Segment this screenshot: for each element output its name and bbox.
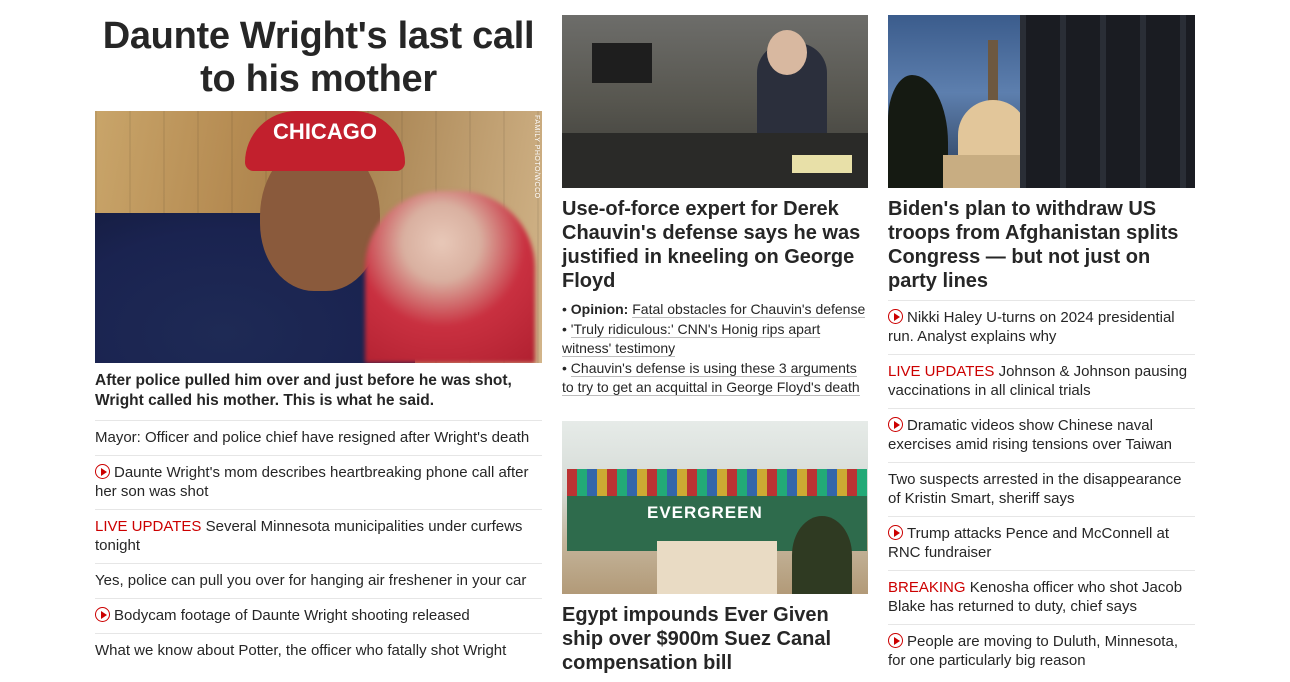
list-item-text: What we know about Potter, the officer w… — [95, 642, 507, 659]
lead-related-list: Mayor: Officer and police chief have res… — [95, 421, 542, 668]
image-credit: FAMILY PHOTO/WCCO — [533, 115, 540, 199]
play-icon — [888, 417, 903, 432]
image-paper — [792, 155, 852, 173]
image-tree — [888, 75, 948, 188]
play-icon — [888, 309, 903, 324]
image-dome — [958, 100, 1028, 160]
list-item-text: Two suspects arrested in the disappearan… — [888, 471, 1182, 507]
list-item[interactable]: Bodycam footage of Daunte Wright shootin… — [95, 599, 542, 634]
chauvin-story-image[interactable] — [562, 15, 868, 188]
bullet-label: Opinion: — [570, 301, 629, 317]
bullet-link[interactable]: • 'Truly ridiculous:' CNN's Honig rips a… — [562, 320, 868, 358]
list-item[interactable]: Trump attacks Pence and McConnell at RNC… — [888, 517, 1195, 571]
story-label: LIVE UPDATES — [95, 518, 202, 535]
story-label: BREAKING — [888, 579, 966, 596]
bullet-text: Fatal obstacles for Chauvin's defense — [632, 301, 866, 318]
image-subject-cap: CHICAGO — [245, 111, 405, 171]
right-related-list: Nikki Haley U-turns on 2024 presidential… — [888, 301, 1195, 678]
list-item-text: Nikki Haley U-turns on 2024 presidential… — [888, 309, 1175, 345]
list-item-text: Dramatic videos show Chinese naval exerc… — [888, 417, 1173, 453]
play-icon — [888, 525, 903, 540]
lead-story-subhead[interactable]: After police pulled him over and just be… — [95, 371, 542, 421]
image-head — [767, 30, 807, 75]
list-item-text: Mayor: Officer and police chief have res… — [95, 429, 530, 446]
play-icon — [95, 464, 110, 479]
image-palm — [792, 516, 852, 594]
list-item-text: Trump attacks Pence and McConnell at RNC… — [888, 525, 1170, 561]
list-item[interactable]: BREAKING Kenosha officer who shot Jacob … — [888, 571, 1195, 625]
list-item-text: Bodycam footage of Daunte Wright shootin… — [114, 607, 470, 624]
middle-column: Use-of-force expert for Derek Chauvin's … — [562, 0, 868, 675]
biden-headline[interactable]: Biden's plan to withdraw US troops from … — [888, 197, 1195, 301]
right-column: Biden's plan to withdraw US troops from … — [888, 0, 1195, 678]
story-label: LIVE UPDATES — [888, 363, 995, 380]
list-item-text: People are moving to Duluth, Minnesota, … — [888, 633, 1178, 669]
chauvin-related-list: • Opinion: Fatal obstacles for Chauvin's… — [562, 300, 868, 397]
image-ship-text: EVERGREEN — [647, 503, 763, 522]
list-item[interactable]: Mayor: Officer and police chief have res… — [95, 421, 542, 456]
egypt-story-image[interactable]: EVERGREEN — [562, 421, 868, 594]
list-item[interactable]: Dramatic videos show Chinese naval exerc… — [888, 409, 1195, 463]
list-item[interactable]: Nikki Haley U-turns on 2024 presidential… — [888, 301, 1195, 355]
list-item[interactable]: Two suspects arrested in the disappearan… — [888, 463, 1195, 517]
lead-story-image[interactable]: CHICAGO FAMILY PHOTO/WCCO — [95, 111, 542, 363]
play-icon — [888, 633, 903, 648]
bullet-link[interactable]: • Chauvin's defense is using these 3 arg… — [562, 359, 868, 397]
egypt-headline[interactable]: Egypt impounds Ever Given ship over $900… — [562, 603, 868, 675]
list-item[interactable]: Yes, police can pull you over for hangin… — [95, 564, 542, 599]
lead-story-column: Daunte Wright's last call to his mother … — [95, 0, 542, 668]
image-building — [1020, 15, 1195, 188]
image-building — [657, 541, 777, 594]
list-item-text: Daunte Wright's mom describes heartbreak… — [95, 464, 529, 500]
play-icon — [95, 607, 110, 622]
biden-story-image[interactable] — [888, 15, 1195, 188]
image-spire — [988, 40, 998, 105]
chauvin-headline[interactable]: Use-of-force expert for Derek Chauvin's … — [562, 197, 868, 293]
list-item[interactable]: LIVE UPDATES Several Minnesota municipal… — [95, 510, 542, 564]
image-containers — [567, 469, 867, 499]
image-laptop — [592, 43, 652, 83]
list-item-text: Yes, police can pull you over for hangin… — [95, 572, 527, 589]
list-item[interactable]: Daunte Wright's mom describes heartbreak… — [95, 456, 542, 510]
bullet-link[interactable]: • Opinion: Fatal obstacles for Chauvin's… — [562, 300, 868, 319]
list-item[interactable]: What we know about Potter, the officer w… — [95, 634, 542, 668]
bullet-text: 'Truly ridiculous:' CNN's Honig rips apa… — [562, 321, 821, 357]
lead-story-title[interactable]: Daunte Wright's last call to his mother — [95, 15, 542, 101]
list-item[interactable]: LIVE UPDATES Johnson & Johnson pausing v… — [888, 355, 1195, 409]
list-item[interactable]: People are moving to Duluth, Minnesota, … — [888, 625, 1195, 678]
bullet-text: Chauvin's defense is using these 3 argum… — [562, 360, 860, 396]
image-blurred-child — [365, 191, 535, 363]
